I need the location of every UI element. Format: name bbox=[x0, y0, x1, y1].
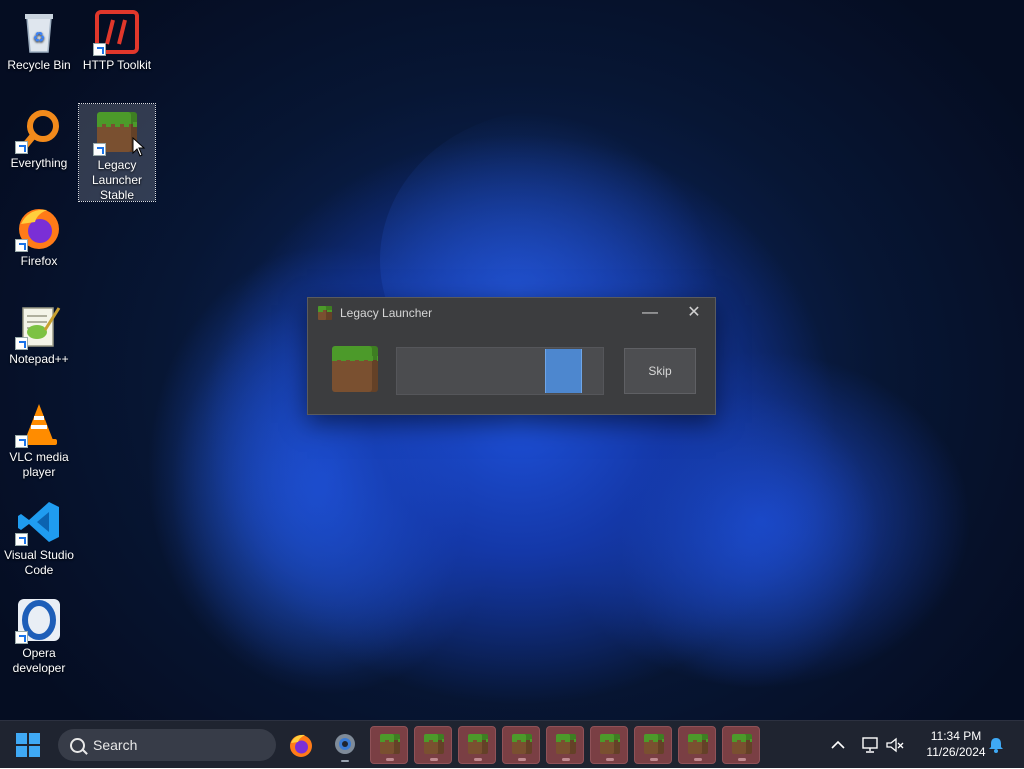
wallpaper-bloom bbox=[620, 390, 880, 690]
desktop-icon-visual-studio-code[interactable]: Visual Studio Code bbox=[1, 494, 77, 578]
minimize-button[interactable]: — bbox=[628, 298, 672, 328]
vscode-icon bbox=[15, 498, 63, 546]
grass-block-icon bbox=[732, 734, 752, 754]
chevron-up-icon[interactable] bbox=[830, 738, 846, 752]
mouse-cursor-icon bbox=[132, 137, 146, 157]
grass-block-shape bbox=[318, 306, 332, 320]
desktop-icon-label: HTTP Toolkit bbox=[82, 58, 152, 72]
svg-text:♻: ♻ bbox=[33, 30, 46, 46]
desktop-icon-label: Visual Studio Code bbox=[4, 548, 74, 577]
clock-date: 11/26/2024 bbox=[926, 745, 986, 759]
desktop-icon-vlc-media-player[interactable]: VLC media player bbox=[1, 396, 77, 480]
desktop-icon-label: Notepad++ bbox=[9, 352, 69, 366]
close-button[interactable]: ✕ bbox=[672, 298, 716, 328]
notepad-plus-plus-icon bbox=[15, 302, 63, 350]
recycle-bin-icon: ♻ bbox=[15, 8, 63, 56]
grass-block-icon bbox=[512, 734, 532, 754]
desktop-icon-label: Legacy Launcher Stable bbox=[91, 158, 143, 202]
gear-icon bbox=[335, 734, 355, 762]
desktop-icon-label: Firefox bbox=[20, 254, 58, 268]
notification-bell-icon[interactable] bbox=[987, 736, 1005, 754]
taskbar-app-settings[interactable] bbox=[326, 726, 364, 764]
desktop-icon-notepad-plus-plus[interactable]: Notepad++ bbox=[1, 298, 77, 367]
taskbar-app-legacy-launcher[interactable] bbox=[414, 726, 452, 764]
taskbar-app-firefox[interactable] bbox=[282, 726, 320, 764]
vlc-cone-icon bbox=[15, 400, 63, 448]
grass-block-icon bbox=[688, 734, 708, 754]
taskbar-app-legacy-launcher[interactable] bbox=[370, 726, 408, 764]
everything-search-icon bbox=[15, 106, 63, 154]
desktop-icon-label: Recycle Bin bbox=[7, 58, 71, 72]
http-toolkit-icon bbox=[93, 8, 141, 56]
skip-button[interactable]: Skip bbox=[624, 348, 696, 394]
opera-icon bbox=[15, 596, 63, 644]
shortcut-arrow-icon bbox=[93, 143, 106, 156]
grass-block-icon bbox=[600, 734, 620, 754]
taskbar-search-box[interactable]: Search bbox=[58, 729, 276, 761]
grass-block-icon bbox=[330, 344, 380, 394]
windows-logo-icon bbox=[29, 746, 40, 757]
shortcut-arrow-icon bbox=[15, 337, 28, 350]
desktop-icon-label: Everything bbox=[10, 156, 68, 170]
desktop-icon-label: VLC media player bbox=[9, 450, 69, 479]
loading-progress-bar bbox=[396, 347, 604, 395]
desktop-icon-firefox[interactable]: Firefox bbox=[1, 200, 77, 269]
legacy-launcher-window: Legacy Launcher — ✕ Skip bbox=[307, 297, 716, 415]
network-icon[interactable] bbox=[860, 736, 880, 754]
grass-block-icon bbox=[468, 734, 488, 754]
window-titlebar[interactable]: Legacy Launcher — ✕ bbox=[308, 298, 715, 328]
grass-block-icon bbox=[318, 306, 332, 320]
firefox-icon bbox=[15, 204, 63, 252]
firefox-icon bbox=[290, 734, 312, 757]
grass-block-shape bbox=[332, 346, 378, 392]
shortcut-arrow-icon bbox=[93, 43, 106, 56]
windows-logo-icon bbox=[29, 733, 40, 744]
start-button[interactable] bbox=[14, 731, 42, 759]
desktop-icon-everything[interactable]: Everything bbox=[1, 102, 77, 171]
desktop-icon-recycle-bin[interactable]: ♻ Recycle Bin bbox=[1, 4, 77, 73]
taskbar-app-legacy-launcher[interactable] bbox=[634, 726, 672, 764]
windows-logo-icon bbox=[16, 746, 27, 757]
taskbar-app-legacy-launcher[interactable] bbox=[502, 726, 540, 764]
shortcut-arrow-icon bbox=[15, 141, 28, 154]
grass-block-icon bbox=[380, 734, 400, 754]
grass-block-icon bbox=[644, 734, 664, 754]
taskbar-app-legacy-launcher[interactable] bbox=[590, 726, 628, 764]
shortcut-arrow-icon bbox=[15, 435, 28, 448]
desktop-icon-http-toolkit[interactable]: HTTP Toolkit bbox=[79, 4, 155, 73]
grass-block-icon bbox=[556, 734, 576, 754]
speaker-muted-icon[interactable] bbox=[885, 736, 905, 754]
shortcut-arrow-icon bbox=[15, 239, 28, 252]
window-title: Legacy Launcher bbox=[340, 306, 433, 320]
desktop-icon-opera-developer[interactable]: Opera developer bbox=[1, 592, 77, 676]
windows-logo-icon bbox=[16, 733, 27, 744]
progress-indicator bbox=[545, 349, 583, 393]
taskbar-app-legacy-launcher[interactable] bbox=[546, 726, 584, 764]
clock[interactable]: 11:34 PM 11/26/2024 bbox=[914, 729, 998, 759]
taskbar-app-legacy-launcher[interactable] bbox=[678, 726, 716, 764]
shortcut-arrow-icon bbox=[15, 631, 28, 644]
clock-time: 11:34 PM bbox=[930, 729, 982, 743]
search-label: Search bbox=[93, 737, 138, 753]
desktop-icon-label: Opera developer bbox=[12, 646, 66, 675]
taskbar: Search 11:34 PM 11/26/2024 bbox=[0, 720, 1024, 768]
grass-block-icon bbox=[424, 734, 444, 754]
taskbar-app-legacy-launcher[interactable] bbox=[722, 726, 760, 764]
search-icon bbox=[70, 738, 85, 753]
taskbar-app-legacy-launcher[interactable] bbox=[458, 726, 496, 764]
shortcut-arrow-icon bbox=[15, 533, 28, 546]
desktop: ♻ Recycle Bin HTTP Toolkit Everything Le… bbox=[0, 0, 1024, 720]
